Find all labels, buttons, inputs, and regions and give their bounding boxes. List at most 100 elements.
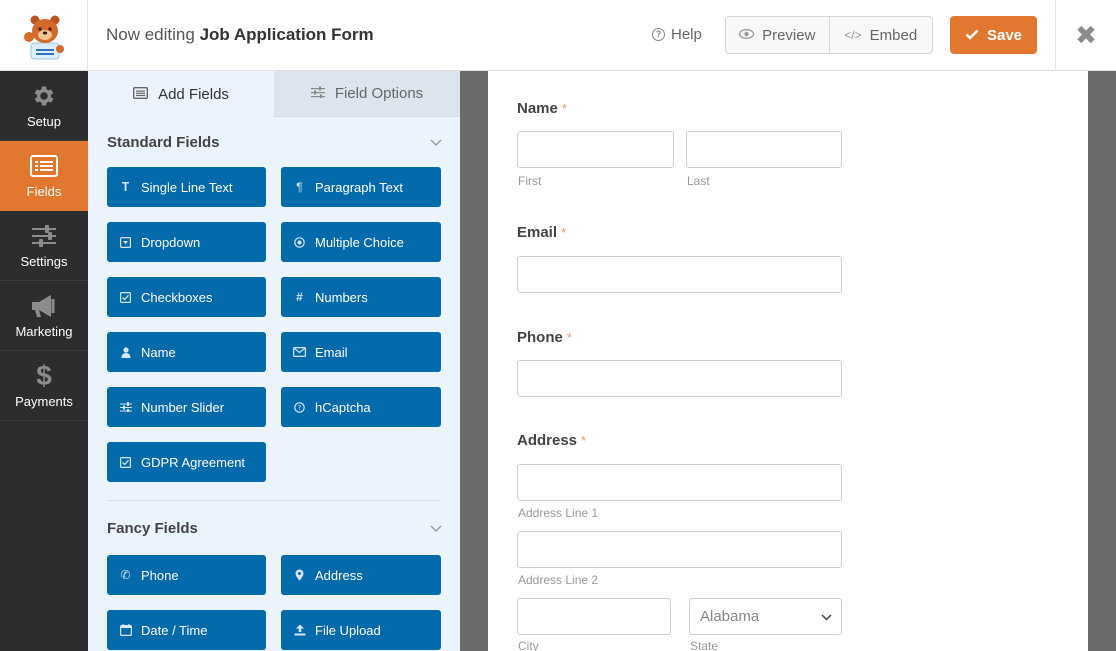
required-indicator: * [561,101,567,116]
field-button-paragraph-text[interactable]: ¶ Paragraph Text [281,167,441,207]
fancy-fields-header[interactable]: Fancy Fields [88,501,460,555]
fields-panel: Add Fields Field Options Standard Fields… [88,71,460,651]
preview-embed-group: Preview </> Embed [725,16,933,54]
save-label: Save [986,26,1023,44]
envelope-icon [293,347,306,357]
close-button[interactable]: ✖ [1055,0,1116,71]
builder-sidebar: Setup Fields Settings Marketing $ Paymen… [0,71,88,651]
checkmark-icon [965,27,979,44]
field-button-single-line-text[interactable]: 𝐓 Single Line Text [107,167,266,207]
field-button-label: Checkboxes [141,289,213,305]
field-button-checkboxes[interactable]: Checkboxes [107,277,266,317]
state-sublabel: State [690,639,719,651]
sidebar-item-payments[interactable]: $ Payments [0,351,88,421]
fancy-fields-grid: ✆ Phone Address Date / Time File Upload [88,555,460,650]
megaphone-icon [30,293,58,319]
tab-label: Field Options [334,85,424,102]
upload-icon [293,624,306,636]
sidebar-item-fields[interactable]: Fields [0,141,88,211]
embed-button[interactable]: </> Embed [828,17,933,53]
field-button-address[interactable]: Address [281,555,441,595]
field-button-multiple-choice[interactable]: Multiple Choice [281,222,441,262]
checkbox-icon [119,456,132,468]
save-button[interactable]: Save [950,16,1037,54]
field-button-label: Numbers [315,289,368,305]
checkbox-icon [119,291,132,303]
help-link[interactable]: ? Help [652,26,702,43]
close-icon: ✖ [1075,20,1097,50]
field-button-label: Multiple Choice [315,234,404,250]
field-label-text: Address [517,432,578,449]
standard-fields-grid: 𝐓 Single Line Text ¶ Paragraph Text Dropdo… [88,167,460,482]
field-button-label: Paragraph Text [315,179,403,195]
chevron-down-icon [430,521,442,535]
sliders-icon [310,85,325,102]
email-input[interactable] [517,256,842,293]
phone-input[interactable] [517,360,842,397]
sidebar-item-setup[interactable]: Setup [0,71,88,141]
title-prefix: Now editing [106,25,195,44]
field-button-numbers[interactable]: # Numbers [281,277,441,317]
tab-add-fields[interactable]: Add Fields [88,71,274,117]
field-button-label: Phone [141,567,179,583]
hash-icon: # [296,290,303,304]
form-name: Job Application Form [199,25,374,44]
address-line1-sublabel: Address Line 1 [518,506,599,520]
state-select[interactable]: Alabama [689,598,842,635]
page-title: Now editing Job Application Form [106,25,374,45]
sidebar-item-label: Settings [20,253,68,269]
section-title: Fancy Fields [107,519,198,537]
first-sublabel: First [518,174,542,188]
field-button-name[interactable]: Name [107,332,266,372]
field-button-date-time[interactable]: Date / Time [107,610,266,650]
field-button-email[interactable]: Email [281,332,441,372]
question-circle-icon: ? [652,28,665,41]
list-icon [133,86,149,103]
section-title: Standard Fields [107,133,220,151]
question-circle-icon: ? [293,401,306,413]
phone-field-label: Phone * [517,329,572,346]
user-icon [119,346,132,358]
address-line1-input[interactable] [517,464,842,501]
first-name-input[interactable] [517,131,674,168]
standard-fields-header[interactable]: Standard Fields [88,117,460,167]
field-button-label: Name [141,344,176,360]
field-button-hcaptcha[interactable]: ? hCaptcha [281,387,441,427]
field-button-label: Date / Time [141,622,208,638]
city-input[interactable] [517,598,671,635]
city-sublabel: City [518,639,539,651]
eye-icon [738,28,755,42]
email-field-label: Email * [517,224,566,241]
address-field-label: Address * [517,432,586,449]
field-button-file-upload[interactable]: File Upload [281,610,441,650]
field-label-text: Email [517,224,558,241]
field-button-number-slider[interactable]: Number Slider [107,387,266,427]
sidebar-item-marketing[interactable]: Marketing [0,281,88,351]
field-button-label: File Upload [315,622,381,638]
dollar-icon: $ [36,359,52,391]
gear-icon [31,83,57,109]
address-line2-input[interactable] [517,531,842,568]
phone-icon: ✆ [120,568,131,582]
chevron-down-icon [430,135,442,149]
preview-button[interactable]: Preview [726,17,829,53]
field-button-gdpr-agreement[interactable]: GDPR Agreement [107,442,266,482]
sidebar-item-label: Marketing [15,323,73,339]
field-button-label: Number Slider [141,399,225,415]
field-button-phone[interactable]: ✆ Phone [107,555,266,595]
required-indicator: * [566,330,572,345]
list-icon [30,153,58,179]
last-name-input[interactable] [686,131,842,168]
dropdown-icon [119,236,132,248]
address-line2-sublabel: Address Line 2 [518,573,599,587]
panel-tabs: Add Fields Field Options [88,71,460,117]
help-label: Help [671,26,702,43]
canvas-gutter [460,71,488,651]
field-button-dropdown[interactable]: Dropdown [107,222,266,262]
canvas-gutter [1088,71,1116,651]
tab-label: Add Fields [158,85,229,103]
sidebar-item-label: Setup [27,113,61,129]
tab-field-options[interactable]: Field Options [274,71,460,117]
last-sublabel: Last [687,174,710,188]
sidebar-item-settings[interactable]: Settings [0,211,88,281]
